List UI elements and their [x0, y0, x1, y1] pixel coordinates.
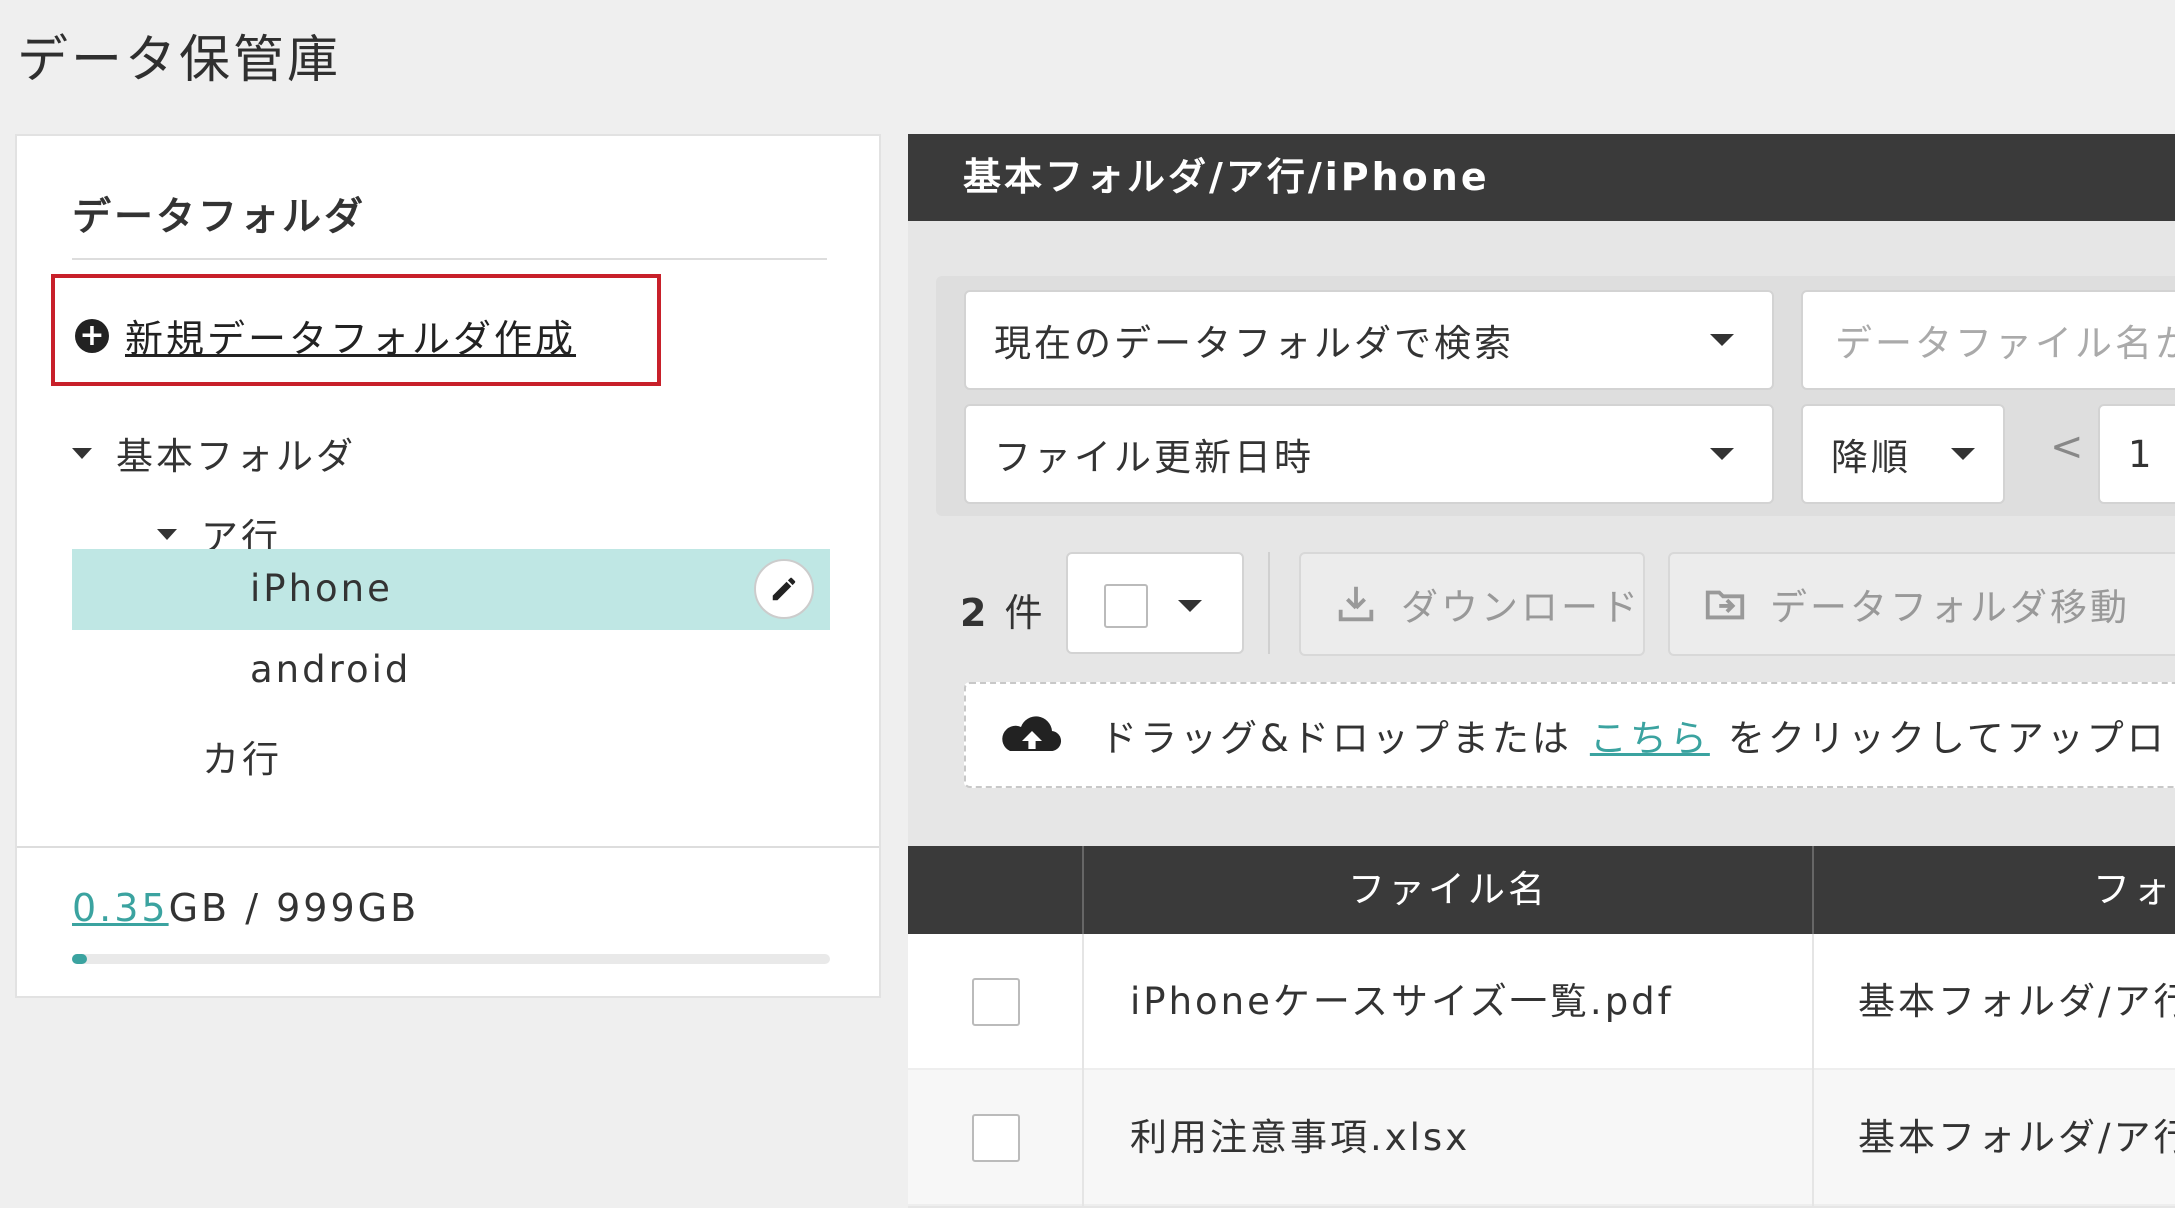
row-checkbox[interactable] — [972, 1114, 1020, 1162]
file-folder: 基本フォルダ/ア行 — [1858, 980, 2175, 1023]
upload-dropzone[interactable]: ドラッグ&ドロップまたは こちら をクリックしてアップロ — [964, 682, 2175, 788]
download-button[interactable]: ダウンロード — [1299, 552, 1645, 656]
file-name[interactable]: 利用注意事項.xlsx — [1130, 1070, 1470, 1206]
chevron-down-icon — [1178, 600, 1202, 612]
sidebar-heading: データフォルダ — [72, 195, 367, 240]
usage-progress-fill — [72, 954, 88, 964]
upload-link[interactable]: こちら — [1590, 708, 1710, 762]
column-header-filename[interactable]: ファイル名 — [1084, 846, 1812, 934]
edit-folder-button[interactable] — [754, 559, 814, 619]
download-icon — [1338, 586, 1374, 622]
tree-item-label: iPhone — [250, 567, 393, 610]
select-all-checkbox[interactable] — [1104, 584, 1148, 628]
table-row[interactable]: 利用注意事項.xlsx 基本フォルダ/ア行 — [908, 1070, 2175, 1206]
tree-item-iphone[interactable]: iPhone — [72, 549, 830, 630]
new-folder-label: 新規データフォルダ作成 — [125, 317, 577, 361]
usage-total: GB / 999GB — [168, 886, 420, 930]
caret-down-icon — [157, 528, 177, 540]
plus-circle-icon: + — [75, 318, 109, 353]
page-title: データ保管庫 — [17, 31, 342, 90]
storage-usage: 0.35GB / 999GB — [72, 886, 419, 930]
divider — [17, 846, 879, 848]
folder-sidebar: データフォルダ + 新規データフォルダ作成 基本フォルダ ア行 iPhone a… — [15, 134, 881, 998]
table-row[interactable]: iPhoneケースサイズ一覧.pdf 基本フォルダ/ア行 — [908, 934, 2175, 1070]
tree-item-android[interactable]: android — [250, 648, 411, 691]
caret-down-icon — [72, 447, 92, 459]
search-input[interactable]: データファイル名か — [1801, 290, 2175, 390]
new-folder-highlight: + 新規データフォルダ作成 — [51, 274, 661, 386]
pencil-icon — [772, 577, 796, 601]
move-folder-button[interactable]: データフォルダ移動 — [1668, 552, 2175, 656]
sort-field-select[interactable]: ファイル更新日時 — [964, 404, 1774, 504]
file-folder: 基本フォルダ/ア行 — [1858, 1116, 2175, 1159]
file-name[interactable]: iPhoneケースサイズ一覧.pdf — [1130, 934, 1674, 1070]
divider — [72, 258, 827, 260]
file-table: ファイル名 フォ iPhoneケースサイズ一覧.pdf 基本フォルダ/ア行 利用… — [908, 846, 2175, 1206]
breadcrumb: 基本フォルダ/ア行/iPhone — [908, 134, 2175, 221]
cloud-upload-icon — [1002, 716, 1062, 752]
table-header: ファイル名 フォ — [908, 846, 2175, 934]
column-header-folder[interactable]: フォ — [2093, 846, 2173, 934]
new-folder-button[interactable]: + 新規データフォルダ作成 — [75, 308, 576, 363]
tree-item-group-ka[interactable]: カ行 — [202, 729, 282, 783]
folder-move-icon — [1705, 590, 1745, 620]
file-panel: 基本フォルダ/ア行/iPhone 現在のデータフォルダで検索 データファイル名か… — [908, 134, 2175, 1208]
usage-used: 0.35 — [72, 886, 169, 930]
chevron-down-icon — [1710, 448, 1734, 460]
chevron-down-icon — [1951, 448, 1975, 460]
pager-page-input[interactable]: 1 — [2098, 404, 2175, 504]
usage-progress-bar — [72, 954, 830, 964]
row-checkbox[interactable] — [972, 978, 1020, 1026]
pager-prev-button[interactable]: < — [2050, 424, 2087, 470]
divider — [1268, 552, 1270, 654]
chevron-down-icon — [1710, 334, 1734, 346]
file-count: 2 件 — [960, 591, 1046, 635]
search-scope-select[interactable]: 現在のデータフォルダで検索 — [964, 290, 1774, 390]
tree-item-root[interactable]: 基本フォルダ — [72, 426, 356, 480]
sort-order-select[interactable]: 降順 — [1801, 404, 2005, 504]
bulk-select-dropdown[interactable] — [1066, 552, 1244, 654]
